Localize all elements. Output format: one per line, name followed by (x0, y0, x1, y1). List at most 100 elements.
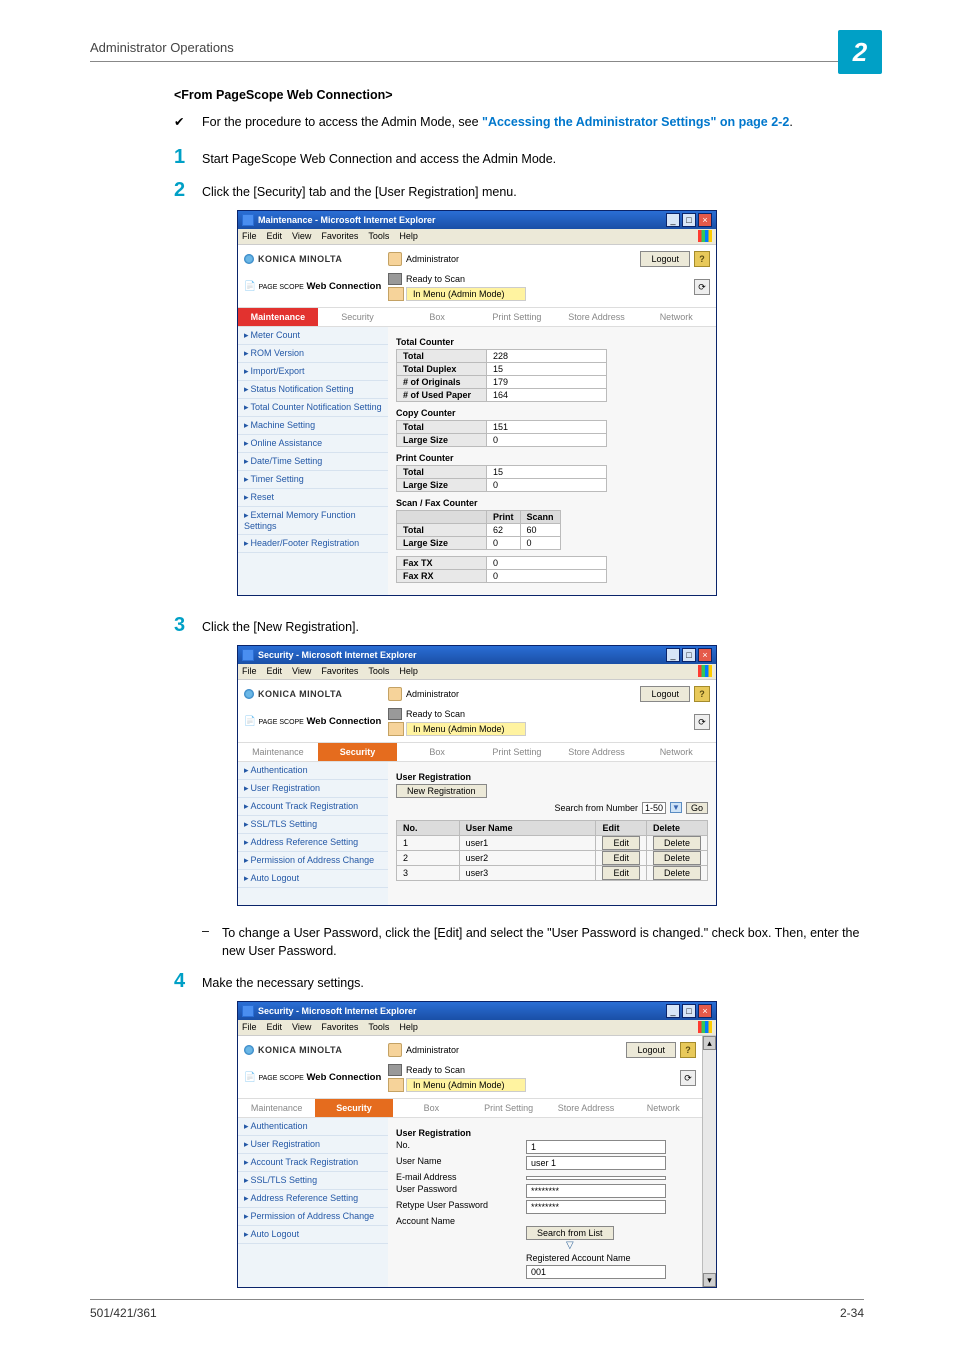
retype-password-input[interactable]: ******** (526, 1200, 666, 1214)
side-status-notif[interactable]: ▸Status Notification Setting (238, 381, 388, 399)
menu-help[interactable]: Help (399, 666, 418, 676)
side-import[interactable]: ▸Import/Export (238, 363, 388, 381)
menu-favorites[interactable]: Favorites (321, 666, 358, 676)
side-auth[interactable]: ▸Authentication (238, 1118, 388, 1136)
menu-file[interactable]: File (242, 231, 257, 241)
tab-security[interactable]: Security (318, 308, 398, 326)
close-button[interactable]: × (698, 213, 712, 227)
menu-edit[interactable]: Edit (267, 1022, 283, 1032)
tab-network[interactable]: Network (625, 1099, 702, 1117)
refresh-icon[interactable]: ⟳ (694, 714, 710, 730)
refresh-icon[interactable]: ⟳ (680, 1070, 696, 1086)
tab-store[interactable]: Store Address (557, 743, 637, 761)
side-machine[interactable]: ▸Machine Setting (238, 417, 388, 435)
email-input[interactable] (526, 1176, 666, 1180)
tab-store[interactable]: Store Address (547, 1099, 624, 1117)
scroll-up-icon[interactable]: ▴ (703, 1036, 716, 1050)
side-account-track[interactable]: ▸Account Track Registration (238, 798, 388, 816)
side-meter-count[interactable]: ▸Meter Count (238, 327, 388, 345)
close-button[interactable]: × (698, 1004, 712, 1018)
side-ssl[interactable]: ▸SSL/TLS Setting (238, 1172, 388, 1190)
maximize-button[interactable]: □ (682, 1004, 696, 1018)
side-total-notif[interactable]: ▸Total Counter Notification Setting (238, 399, 388, 417)
note-link[interactable]: "Accessing the Administrator Settings" o… (482, 115, 789, 129)
maximize-button[interactable]: □ (682, 213, 696, 227)
menu-favorites[interactable]: Favorites (321, 1022, 358, 1032)
side-auto-logout[interactable]: ▸Auto Logout (238, 870, 388, 888)
menu-edit[interactable]: Edit (267, 666, 283, 676)
tab-maintenance[interactable]: Maintenance (238, 743, 318, 761)
menu-view[interactable]: View (292, 231, 311, 241)
tab-network[interactable]: Network (636, 308, 716, 326)
logout-button[interactable]: Logout (626, 1042, 676, 1058)
tab-box[interactable]: Box (393, 1099, 470, 1117)
side-timer[interactable]: ▸Timer Setting (238, 471, 388, 489)
password-input[interactable]: ******** (526, 1184, 666, 1198)
logout-button[interactable]: Logout (640, 251, 690, 267)
refresh-icon[interactable]: ⟳ (694, 279, 710, 295)
scrollbar[interactable]: ▴ ▾ (702, 1036, 716, 1287)
side-extmem[interactable]: ▸External Memory Function Settings (238, 507, 388, 535)
tab-maintenance[interactable]: Maintenance (238, 308, 318, 326)
side-addr-ref[interactable]: ▸Address Reference Setting (238, 834, 388, 852)
menu-edit[interactable]: Edit (267, 231, 283, 241)
side-perm-addr[interactable]: ▸Permission of Address Change (238, 852, 388, 870)
logout-button[interactable]: Logout (640, 686, 690, 702)
help-icon[interactable]: ? (694, 251, 710, 267)
delete-button[interactable]: Delete (653, 836, 701, 850)
minimize-button[interactable]: _ (666, 213, 680, 227)
tab-print[interactable]: Print Setting (477, 743, 557, 761)
menu-help[interactable]: Help (399, 1022, 418, 1032)
tab-print[interactable]: Print Setting (477, 308, 557, 326)
side-account-track[interactable]: ▸Account Track Registration (238, 1154, 388, 1172)
tab-box[interactable]: Box (397, 743, 477, 761)
minimize-button[interactable]: _ (666, 648, 680, 662)
help-icon[interactable]: ? (694, 686, 710, 702)
tab-store[interactable]: Store Address (557, 308, 637, 326)
menu-favorites[interactable]: Favorites (321, 231, 358, 241)
search-range-select[interactable]: 1-50 (642, 802, 666, 814)
username-input[interactable]: user 1 (526, 1156, 666, 1170)
new-registration-button[interactable]: New Registration (396, 784, 487, 798)
menu-view[interactable]: View (292, 1022, 311, 1032)
tab-print[interactable]: Print Setting (470, 1099, 547, 1117)
side-auto-logout[interactable]: ▸Auto Logout (238, 1226, 388, 1244)
tab-security[interactable]: Security (318, 743, 398, 761)
menu-view[interactable]: View (292, 666, 311, 676)
menu-tools[interactable]: Tools (368, 666, 389, 676)
tab-security[interactable]: Security (315, 1099, 392, 1117)
side-perm-addr[interactable]: ▸Permission of Address Change (238, 1208, 388, 1226)
delete-button[interactable]: Delete (653, 851, 701, 865)
close-button[interactable]: × (698, 648, 712, 662)
side-user-reg[interactable]: ▸User Registration (238, 780, 388, 798)
search-from-list-button[interactable]: Search from List (526, 1226, 614, 1240)
side-header-footer[interactable]: ▸Header/Footer Registration (238, 535, 388, 553)
go-button[interactable]: Go (686, 802, 708, 814)
scroll-down-icon[interactable]: ▾ (703, 1273, 716, 1287)
tab-network[interactable]: Network (636, 743, 716, 761)
side-user-reg[interactable]: ▸User Registration (238, 1136, 388, 1154)
edit-button[interactable]: Edit (602, 836, 640, 850)
edit-button[interactable]: Edit (602, 866, 640, 880)
side-online[interactable]: ▸Online Assistance (238, 435, 388, 453)
minimize-button[interactable]: _ (666, 1004, 680, 1018)
menu-tools[interactable]: Tools (368, 1022, 389, 1032)
help-icon[interactable]: ? (680, 1042, 696, 1058)
side-addr-ref[interactable]: ▸Address Reference Setting (238, 1190, 388, 1208)
no-input[interactable]: 1 (526, 1140, 666, 1154)
tab-box[interactable]: Box (397, 308, 477, 326)
dropdown-icon[interactable]: ▼ (670, 802, 682, 813)
delete-button[interactable]: Delete (653, 866, 701, 880)
menu-tools[interactable]: Tools (368, 231, 389, 241)
menu-help[interactable]: Help (399, 231, 418, 241)
edit-button[interactable]: Edit (602, 851, 640, 865)
menu-file[interactable]: File (242, 1022, 257, 1032)
side-rom[interactable]: ▸ROM Version (238, 345, 388, 363)
maximize-button[interactable]: □ (682, 648, 696, 662)
side-ssl[interactable]: ▸SSL/TLS Setting (238, 816, 388, 834)
side-reset[interactable]: ▸Reset (238, 489, 388, 507)
side-datetime[interactable]: ▸Date/Time Setting (238, 453, 388, 471)
side-auth[interactable]: ▸Authentication (238, 762, 388, 780)
tab-maintenance[interactable]: Maintenance (238, 1099, 315, 1117)
menu-file[interactable]: File (242, 666, 257, 676)
